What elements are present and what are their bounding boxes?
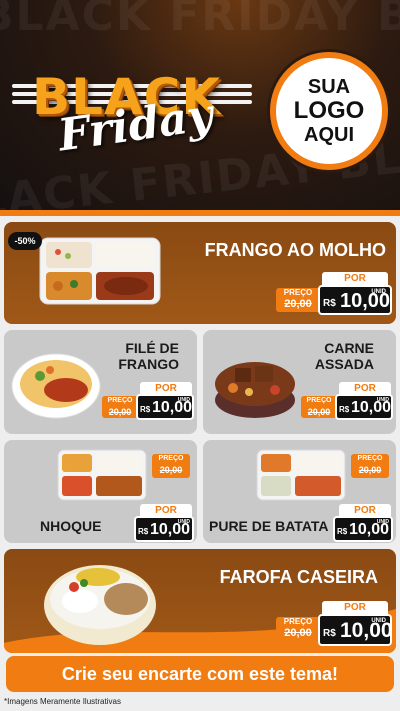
current-price-box: R$ 10,00 UNID [134,516,194,542]
current-price-box: R$ 10,00 UNID [318,614,393,646]
current-price-box: R$ 10,00 UNID [136,394,194,420]
old-price: PREÇO 20,00 [351,454,389,478]
product-card-file-de-frango[interactable]: FILÉ DE FRANGO POR PREÇO 20,00 R$ 10,00 … [4,330,197,434]
old-price: PREÇO 20,00 [301,396,337,418]
price-tag: POR PREÇO 20,00 R$ 10,00 UNID [276,601,393,647]
currency-label: R$ [140,405,151,414]
current-price-box: R$ 10,00 UNID [333,516,393,542]
logo-line-2: LOGO [293,96,365,124]
product-card-nhoque[interactable]: NHOQUE PREÇO 20,00 POR R$ 10,00 UNID [4,440,197,543]
logo-line-1: SUA [307,75,351,98]
product-title: CARNE ASSADA [284,340,374,372]
price-tag: PREÇO 20,00 POR R$ 10,00 UNID [104,454,194,542]
old-price: PREÇO 20,00 [102,396,138,418]
product-card-pure-de-batata[interactable]: PURE DE BATATA PREÇO 20,00 POR R$ 10,00 … [203,440,396,543]
cta-banner[interactable]: Crie seu encarte com este tema! [6,656,394,692]
price-por-label: POR [322,272,388,286]
unit-label: UNID [376,519,389,525]
product-title-line: FILÉ DE [125,340,179,356]
footnote: *Imagens Meramente Ilustrativas [4,697,121,706]
unit-label: UNID [177,519,190,525]
price-tag: PREÇO 20,00 POR R$ 10,00 UNID [303,454,393,542]
product-card-farofa-caseira[interactable]: FAROFA CASEIRA POR PREÇO 20,00 R$ 10,00 … [4,549,396,653]
old-price-value: 20,00 [358,465,382,475]
unit-label: UNID [177,397,190,403]
price-tag: POR PREÇO 20,00 R$ 10,00 UNID [301,382,393,422]
currency-label: R$ [138,527,149,536]
old-price: PREÇO 20,00 [276,617,320,643]
old-price: PREÇO 20,00 [276,288,320,312]
currency-label: R$ [339,405,350,414]
preco-label: PREÇO [107,397,133,404]
preco-label: PREÇO [283,288,313,297]
logo-line-3: AQUI [304,124,354,147]
old-price-value: 20,00 [284,627,312,639]
logo-placeholder[interactable]: SUA LOGO AQUI [270,52,388,170]
old-price-value: 20,00 [284,298,312,310]
product-title-line: FRANGO [118,356,179,373]
unit-label: UNID [376,397,389,403]
product-title-line: ASSADA [314,356,374,373]
old-price-value: 20,00 [108,407,132,417]
currency-label: R$ [323,298,336,309]
price-por-label: POR [322,601,388,615]
unit-label: UNID [371,618,386,624]
unit-label: UNID [371,289,386,295]
hero-banner: BLACK FRIDAY BLACK FRIDAY BLACK FRIDAY B… [0,0,400,214]
product-title: FILÉ DE FRANGO [89,340,179,372]
product-title: FRANGO AO MOLHO [204,240,386,260]
product-title: FAROFA CASEIRA [219,567,378,587]
product-card-carne-assada[interactable]: CARNE ASSADA POR PREÇO 20,00 R$ 10,00 UN… [203,330,396,434]
preco-label: PREÇO [158,455,184,462]
old-price-value: 20,00 [307,407,331,417]
old-price-value: 20,00 [159,465,183,475]
product-title-line: CARNE [324,340,374,356]
food-bowl-image [44,565,156,645]
price-tag: POR PREÇO 20,00 R$ 10,00 UNID [102,382,194,422]
product-card-frango-ao-molho[interactable]: FRANGO AO MOLHO POR PREÇO 20,00 R$ 10,00… [4,222,396,324]
price-tag: POR PREÇO 20,00 R$ 10,00 UNID [276,272,392,316]
current-price-box: R$ 10,00 UNID [318,285,392,315]
current-price-box: R$ 10,00 UNID [335,394,393,420]
preco-label: PREÇO [283,617,313,626]
background-words: BLACK FRIDAY BLACK FRIDAY [0,0,400,41]
preco-label: PREÇO [357,455,383,462]
discount-badge: -50% [8,232,42,250]
currency-label: R$ [323,628,336,639]
food-tray-image [39,237,161,305]
currency-label: R$ [337,527,348,536]
old-price: PREÇO 20,00 [152,454,190,478]
preco-label: PREÇO [306,397,332,404]
